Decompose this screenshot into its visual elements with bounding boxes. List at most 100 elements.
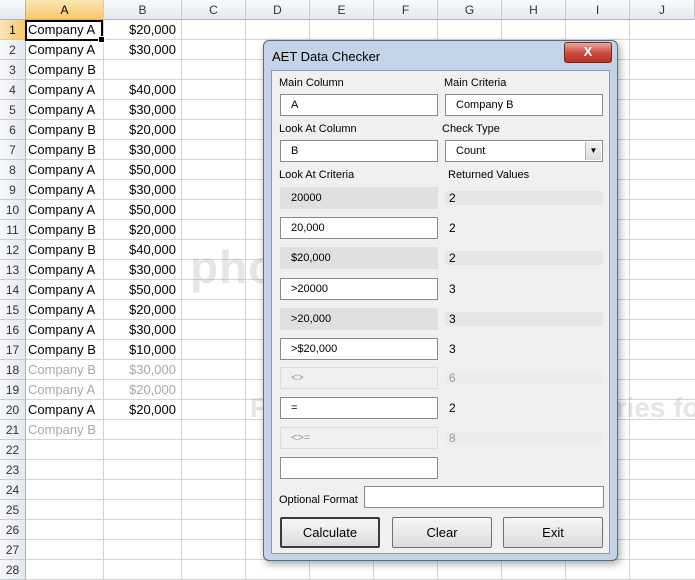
- criteria-input-6[interactable]: >$20,000: [280, 338, 438, 360]
- cell-a4[interactable]: Company A: [28, 80, 102, 99]
- row-header-10[interactable]: 10: [0, 200, 26, 220]
- row-header-22[interactable]: 22: [0, 440, 26, 460]
- row-header-14[interactable]: 14: [0, 280, 26, 300]
- cell-b19[interactable]: $20,000: [104, 380, 176, 399]
- cell-a2[interactable]: Company A: [28, 40, 102, 59]
- cell-a6[interactable]: Company B: [28, 120, 102, 139]
- cell-a14[interactable]: Company A: [28, 280, 102, 299]
- column-header-h[interactable]: H: [502, 0, 566, 20]
- cell-b11[interactable]: $20,000: [104, 220, 176, 239]
- row-header-26[interactable]: 26: [0, 520, 26, 540]
- row-header-2[interactable]: 2: [0, 40, 26, 60]
- cell-a21[interactable]: Company B: [28, 420, 102, 439]
- criteria-input-2[interactable]: 20,000: [280, 217, 438, 239]
- cell-a11[interactable]: Company B: [28, 220, 102, 239]
- cell-b8[interactable]: $50,000: [104, 160, 176, 179]
- row-header-3[interactable]: 3: [0, 60, 26, 80]
- row-header-13[interactable]: 13: [0, 260, 26, 280]
- cell-a10[interactable]: Company A: [28, 200, 102, 219]
- row-header-24[interactable]: 24: [0, 480, 26, 500]
- cell-b5[interactable]: $30,000: [104, 100, 176, 119]
- main-criteria-input[interactable]: Company B: [445, 94, 603, 116]
- row-header-7[interactable]: 7: [0, 140, 26, 160]
- cell-a17[interactable]: Company B: [28, 340, 102, 359]
- row-header-20[interactable]: 20: [0, 400, 26, 420]
- cell-b15[interactable]: $20,000: [104, 300, 176, 319]
- cell-a15[interactable]: Company A: [28, 300, 102, 319]
- main-column-input[interactable]: A: [280, 94, 438, 116]
- cell-b16[interactable]: $30,000: [104, 320, 176, 339]
- row-header-19[interactable]: 19: [0, 380, 26, 400]
- cell-b21[interactable]: [104, 420, 176, 439]
- cell-b12[interactable]: $40,000: [104, 240, 176, 259]
- cell-b4[interactable]: $40,000: [104, 80, 176, 99]
- cell-a16[interactable]: Company A: [28, 320, 102, 339]
- cell-b7[interactable]: $30,000: [104, 140, 176, 159]
- exit-button[interactable]: Exit: [503, 517, 603, 548]
- row-header-6[interactable]: 6: [0, 120, 26, 140]
- row-header-4[interactable]: 4: [0, 80, 26, 100]
- cell-b18[interactable]: $30,000: [104, 360, 176, 379]
- cell-b17[interactable]: $10,000: [104, 340, 176, 359]
- cell-a7[interactable]: Company B: [28, 140, 102, 159]
- criteria-input-4[interactable]: >20000: [280, 278, 438, 300]
- cell-a8[interactable]: Company A: [28, 160, 102, 179]
- cell-a19[interactable]: Company A: [28, 380, 102, 399]
- cell-b3[interactable]: [104, 60, 176, 79]
- row-header-9[interactable]: 9: [0, 180, 26, 200]
- cell-b10[interactable]: $50,000: [104, 200, 176, 219]
- close-button[interactable]: X: [564, 42, 612, 63]
- row-header-8[interactable]: 8: [0, 160, 26, 180]
- column-header-b[interactable]: B: [104, 0, 182, 20]
- check-type-select[interactable]: Count ▼: [445, 140, 603, 162]
- select-all-corner[interactable]: [0, 0, 26, 20]
- optional-format-input[interactable]: [364, 486, 604, 508]
- row-header-28[interactable]: 28: [0, 560, 26, 580]
- cell-a3[interactable]: Company B: [28, 60, 102, 79]
- cell-b13[interactable]: $30,000: [104, 260, 176, 279]
- row-header-27[interactable]: 27: [0, 540, 26, 560]
- column-header-j[interactable]: J: [630, 0, 695, 20]
- row-header-18[interactable]: 18: [0, 360, 26, 380]
- look-at-column-input[interactable]: B: [280, 140, 438, 162]
- cell-b9[interactable]: $30,000: [104, 180, 176, 199]
- criteria-input-10[interactable]: [280, 457, 438, 479]
- criteria-input-8[interactable]: =: [280, 397, 438, 419]
- column-header-a[interactable]: A: [26, 0, 104, 20]
- cell-b14[interactable]: $50,000: [104, 280, 176, 299]
- cell-a9[interactable]: Company A: [28, 180, 102, 199]
- row-header-23[interactable]: 23: [0, 460, 26, 480]
- cell-b1[interactable]: $20,000: [104, 20, 176, 39]
- calculate-button[interactable]: Calculate: [280, 517, 380, 548]
- row-header-17[interactable]: 17: [0, 340, 26, 360]
- dropdown-arrow-icon[interactable]: ▼: [585, 142, 601, 160]
- row-header-15[interactable]: 15: [0, 300, 26, 320]
- cell-a12[interactable]: Company B: [28, 240, 102, 259]
- cell-a5[interactable]: Company A: [28, 100, 102, 119]
- active-cell-a1[interactable]: [25, 20, 105, 43]
- cell-a13[interactable]: Company A: [28, 260, 102, 279]
- criteria-input-3[interactable]: $20,000: [280, 247, 438, 269]
- cell-b6[interactable]: $20,000: [104, 120, 176, 139]
- cell-b20[interactable]: $20,000: [104, 400, 176, 419]
- clear-button[interactable]: Clear: [392, 517, 492, 548]
- cell-a18[interactable]: Company B: [28, 360, 102, 379]
- column-header-g[interactable]: G: [438, 0, 502, 20]
- cell-a20[interactable]: Company A: [28, 400, 102, 419]
- column-header-e[interactable]: E: [310, 0, 374, 20]
- row-header-1[interactable]: 1: [0, 20, 26, 40]
- criteria-input-1[interactable]: 20000: [280, 187, 438, 209]
- row-header-16[interactable]: 16: [0, 320, 26, 340]
- cell-b2[interactable]: $30,000: [104, 40, 176, 59]
- row-header-21[interactable]: 21: [0, 420, 26, 440]
- column-header-c[interactable]: C: [182, 0, 246, 20]
- main-criteria-label: Main Criteria: [444, 77, 507, 89]
- column-header-d[interactable]: D: [246, 0, 310, 20]
- column-header-f[interactable]: F: [374, 0, 438, 20]
- row-header-5[interactable]: 5: [0, 100, 26, 120]
- column-header-i[interactable]: I: [566, 0, 630, 20]
- row-header-11[interactable]: 11: [0, 220, 26, 240]
- criteria-input-5[interactable]: >20,000: [280, 308, 438, 330]
- row-header-12[interactable]: 12: [0, 240, 26, 260]
- row-header-25[interactable]: 25: [0, 500, 26, 520]
